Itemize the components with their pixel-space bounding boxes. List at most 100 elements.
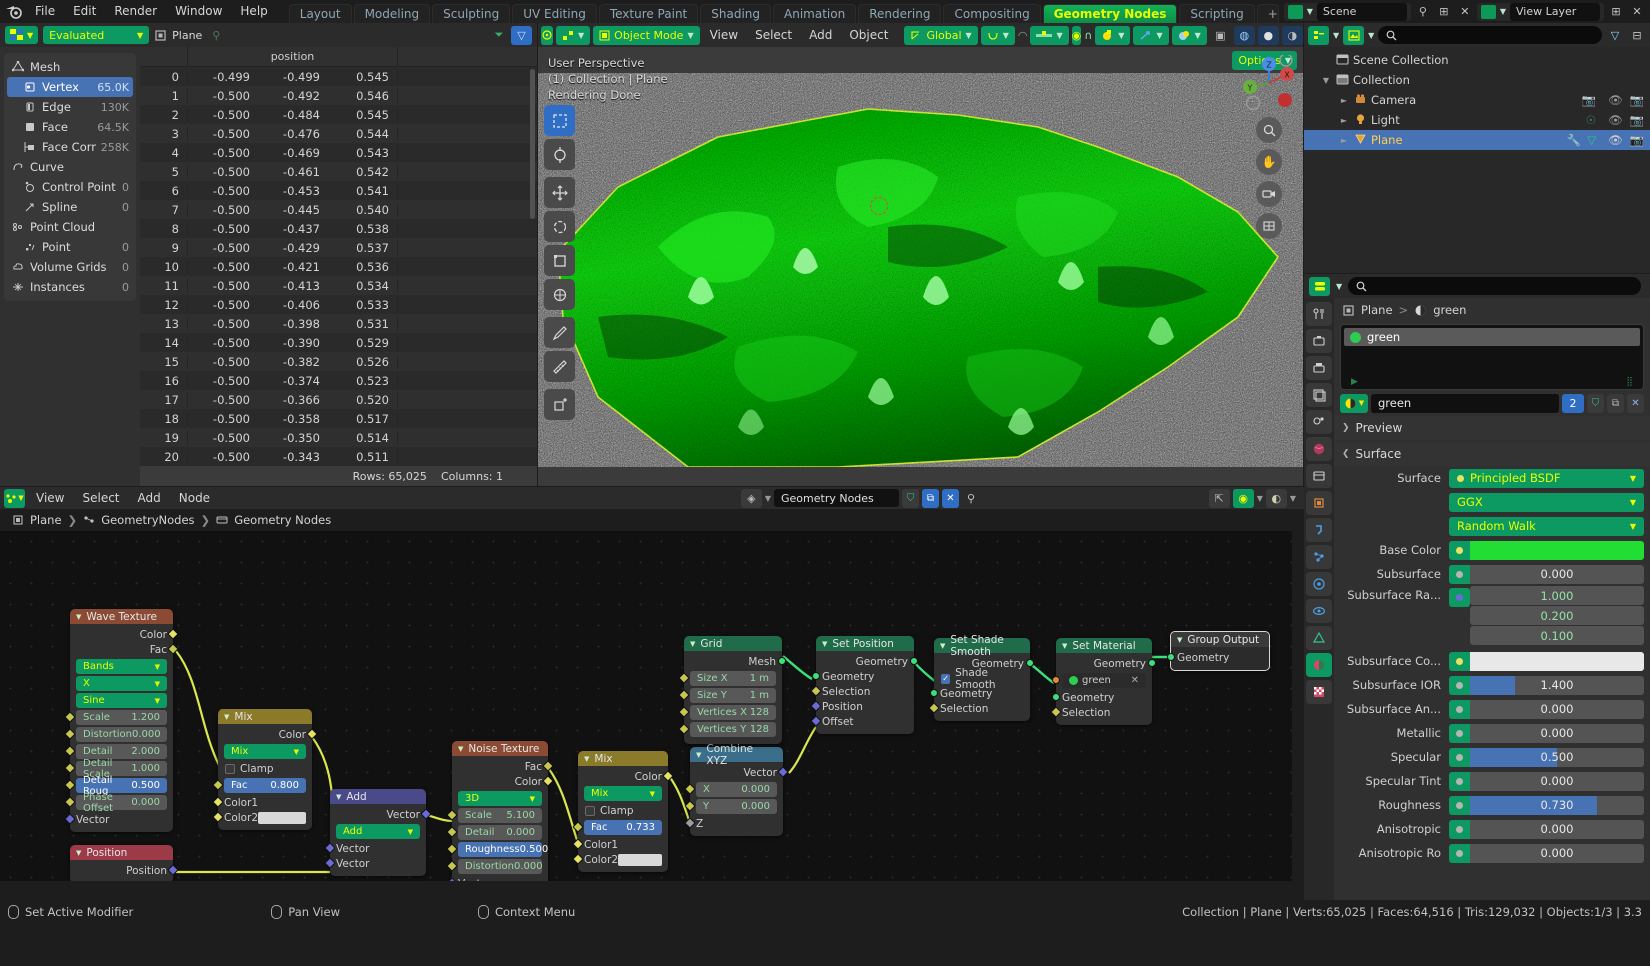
workspace-tab-modeling[interactable]: Modeling xyxy=(353,4,431,23)
unlink-material-icon[interactable]: ✕ xyxy=(1627,393,1644,413)
property-slider[interactable]: 1.400 xyxy=(1470,675,1644,695)
editor-type-selector[interactable]: ▼ xyxy=(5,26,39,44)
property-color-swatch[interactable] xyxy=(1470,540,1644,560)
node-field-distortion[interactable]: Distortion 0.000 xyxy=(64,727,167,742)
falloff-curve-icon[interactable]: ∩ xyxy=(1084,25,1093,45)
property-socket[interactable] xyxy=(1449,723,1470,743)
collapse-icon[interactable]: ▼ xyxy=(76,613,81,621)
display-mode-icon[interactable] xyxy=(1343,25,1365,45)
property-enum-2[interactable]: Random Walk ▼ xyxy=(1449,516,1644,536)
workspace-tab-sculpting[interactable]: Sculpting xyxy=(432,4,511,23)
node-output-fac[interactable]: Fac xyxy=(70,642,179,657)
node-header[interactable]: ▼ Grid xyxy=(684,636,782,651)
node-input-geometry[interactable]: Geometry xyxy=(1167,650,1269,665)
proportional-falloff-dropdown[interactable]: ▼ xyxy=(1030,25,1069,45)
remove-view-layer-icon[interactable]: ✕ xyxy=(1628,3,1646,21)
node-field-detail[interactable]: Detail 0.000 xyxy=(446,825,542,840)
workspace-tab-animation[interactable]: Animation xyxy=(773,4,857,23)
property-socket[interactable] xyxy=(1449,651,1470,671)
node-group-output[interactable]: ▼ Group Output Geometry xyxy=(1167,631,1270,671)
collapse-icon[interactable]: ▼ xyxy=(336,793,341,801)
node-enum-0[interactable]: 3D ▼ xyxy=(458,791,542,806)
node-mix[interactable]: ▼ Mix Color Mix ▼ Clamp Fac 0.800 Color1 Color2 xyxy=(212,709,318,830)
node-tree-name-field[interactable]: Geometry Nodes xyxy=(774,489,899,507)
scene-name-field[interactable]: Scene xyxy=(1316,2,1407,21)
tool-move[interactable] xyxy=(544,177,575,208)
expander-icon-camera[interactable]: ► xyxy=(1338,96,1350,105)
node-header[interactable]: ▼ Combine XYZ xyxy=(690,743,783,767)
view-layer-selector[interactable]: ▼ View Layer xyxy=(1476,2,1604,21)
node-output-vector[interactable]: Vector xyxy=(690,765,789,780)
properties-search-input[interactable] xyxy=(1348,277,1641,295)
table-row[interactable]: 13 -0.500 -0.398 0.531 xyxy=(140,314,537,333)
property-vector-component-1[interactable]: 0.200 xyxy=(1470,606,1644,625)
node-input-geometry[interactable]: Geometry xyxy=(930,686,1030,701)
domain-control-point[interactable]: Control Point 0 xyxy=(7,177,133,197)
node-enum-0[interactable]: Mix ▼ xyxy=(584,786,662,801)
node-field-size-y[interactable]: Size Y 1 m xyxy=(678,688,776,703)
tool-scale[interactable] xyxy=(544,245,575,276)
collapse-icon[interactable]: ▼ xyxy=(584,755,589,763)
workspace-tab-geometry-nodes[interactable]: Geometry Nodes xyxy=(1042,4,1178,23)
workspace-tab-layout[interactable]: Layout xyxy=(288,4,352,23)
collapse-icon[interactable]: ▼ xyxy=(690,640,695,648)
node-input-vector[interactable]: Vector xyxy=(64,812,173,827)
outliner-row-collection[interactable]: ▼ Collection xyxy=(1304,70,1650,90)
tab-object-data[interactable] xyxy=(1306,626,1332,650)
node-mix[interactable]: ▼ Mix Color Mix ▼ Clamp Fac 0.733 Color1 Color2 xyxy=(572,751,674,872)
tool-cursor[interactable] xyxy=(544,139,575,170)
property-vector[interactable]: 1.000 0.200 0.100 xyxy=(1470,586,1644,645)
node-field-y[interactable]: Y 0.000 xyxy=(684,799,777,814)
node-header[interactable]: ▼ Add xyxy=(330,789,426,804)
node-output-fac[interactable]: Fac xyxy=(452,759,554,774)
tab-object[interactable] xyxy=(1306,491,1332,515)
node-field-vertices-x[interactable]: Vertices X 128 xyxy=(678,705,776,720)
zoom-view-button[interactable] xyxy=(1256,117,1282,143)
node-header[interactable]: ▼ Noise Texture xyxy=(452,741,548,756)
tool-transform[interactable] xyxy=(544,279,575,310)
node-output-mesh[interactable]: Mesh xyxy=(684,654,786,669)
domain-spline[interactable]: Spline 0 xyxy=(7,197,133,217)
node-enum-1[interactable]: X ▼ xyxy=(76,676,167,691)
snap-magnet-icon[interactable]: ◉ xyxy=(1071,25,1082,45)
expander-icon-collection[interactable]: ▼ xyxy=(1320,76,1332,85)
table-row[interactable]: 1 -0.500 -0.492 0.546 xyxy=(140,86,537,105)
table-row[interactable]: 14 -0.500 -0.390 0.529 xyxy=(140,333,537,352)
node-tree-type-icon[interactable]: ◈ xyxy=(740,488,762,508)
property-color-swatch[interactable] xyxy=(1470,651,1644,671)
domain-face[interactable]: Face 64.5K xyxy=(7,117,133,137)
outliner-filter-icon[interactable]: ▽ xyxy=(1606,26,1624,44)
disable-in-render-icon[interactable]: 📷 xyxy=(1630,93,1644,107)
outliner-row-plane[interactable]: ► Plane 🔧 ▽ 👁 📷 xyxy=(1304,130,1650,150)
workspace-tab-compositing[interactable]: Compositing xyxy=(943,4,1041,23)
node-input-selection[interactable]: Selection xyxy=(810,684,914,699)
node-input-color2[interactable]: Color2 xyxy=(212,810,312,825)
node-enum-2[interactable]: Sine ▼ xyxy=(76,693,167,708)
tab-render[interactable] xyxy=(1306,329,1332,353)
node-output-color[interactable]: Color xyxy=(70,627,179,642)
node-add[interactable]: ▼ Add Vector Add ▼ Vector Vector xyxy=(324,789,432,876)
property-slider[interactable]: 0.000 xyxy=(1470,819,1644,839)
view-layer-name-field[interactable]: View Layer xyxy=(1510,2,1600,21)
property-enum-0[interactable]: Principled BSDF ▼ xyxy=(1449,468,1644,488)
tab-texture[interactable] xyxy=(1306,680,1332,704)
node-input-color1[interactable]: Color1 xyxy=(212,795,312,810)
node-breadcrumb-object[interactable]: Plane xyxy=(30,513,62,527)
node-new-icon[interactable]: ⧉ xyxy=(922,488,939,508)
node-output-geometry[interactable]: Geometry xyxy=(816,654,918,669)
node-input-z[interactable]: Z xyxy=(684,816,783,831)
table-row[interactable]: 10 -0.500 -0.421 0.536 xyxy=(140,257,537,276)
table-row[interactable]: 6 -0.500 -0.453 0.541 xyxy=(140,181,537,200)
property-socket[interactable] xyxy=(1449,564,1470,584)
node-set-material[interactable]: ▼ Set Material Geometry green ✕ Geometry Selec… xyxy=(1050,638,1156,725)
table-row[interactable]: 7 -0.500 -0.445 0.540 xyxy=(140,200,537,219)
outliner-search-input[interactable] xyxy=(1378,26,1602,44)
node-input-geometry[interactable]: Geometry xyxy=(1052,690,1152,705)
color-swatch[interactable] xyxy=(258,811,306,824)
workspace-tab-rendering[interactable]: Rendering xyxy=(858,4,942,23)
collapse-icon[interactable]: ▼ xyxy=(1177,636,1182,644)
material-slot-list[interactable]: green ▶ ⣿ xyxy=(1340,324,1644,390)
node-menu-select[interactable]: Select xyxy=(75,489,126,508)
collapse-icon[interactable]: ▼ xyxy=(458,745,463,753)
breadcrumb-object[interactable]: Plane xyxy=(1361,303,1393,317)
